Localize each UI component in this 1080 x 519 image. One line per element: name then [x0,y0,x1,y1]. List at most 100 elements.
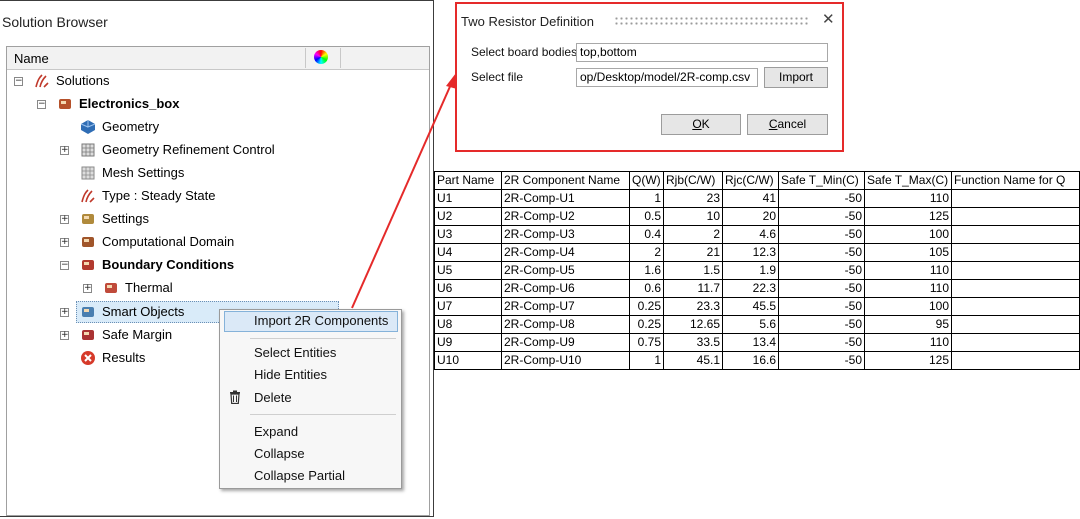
close-icon[interactable]: ✕ [822,10,835,28]
table-cell: 2R-Comp-U7 [501,297,630,316]
safe-margin-icon [80,327,96,343]
table-row: U10 2R-Comp-U10 1 45.1 16.6 -50 125 [434,351,1080,370]
domain-icon [80,234,96,250]
table-cell [951,243,1080,262]
table-cell: 13.4 [722,333,779,352]
table-cell [951,279,1080,298]
expand-icon[interactable]: + [60,308,69,317]
table-cell: 16.6 [722,351,779,370]
table-cell [951,315,1080,334]
tree-item-solutions[interactable]: Solutions [34,71,274,91]
table-cell: 100 [864,297,952,316]
table-cell: -50 [778,207,865,226]
collapse-icon[interactable]: − [37,100,46,109]
table-cell: -50 [778,351,865,370]
file-path-input[interactable]: op/Desktop/model/2R-comp.csv [576,68,758,87]
menu-item-hide-entities[interactable]: Hide Entities [254,367,327,382]
geometry-icon [80,119,96,135]
file-label: Select file [471,70,524,84]
drag-grip[interactable] [614,16,810,26]
type-icon [80,188,96,204]
tree-item-label: Mesh Settings [102,165,185,180]
table-cell: 2 [629,243,664,262]
menu-item-collapse[interactable]: Collapse [254,446,305,461]
table-cell: 5.6 [722,315,779,334]
table-cell [951,207,1080,226]
table-cell: 0.75 [629,333,664,352]
solutions-icon [34,73,50,89]
expand-icon[interactable]: + [60,215,69,224]
table-cell: U7 [434,297,502,316]
expand-icon[interactable]: + [83,284,92,293]
table-cell: 2R-Comp-U4 [501,243,630,262]
table-header-cell: Rjb(C/W) [663,171,723,190]
tree-item-boundary-conditions[interactable]: Boundary Conditions [80,255,320,275]
table-header-cell: 2R Component Name [501,171,630,190]
tree-item-label: Solutions [56,73,110,88]
table-cell: -50 [778,279,865,298]
menu-item-collapse-partial[interactable]: Collapse Partial [254,468,345,483]
column-header-name[interactable]: Name [14,51,49,66]
table-cell: 110 [864,279,952,298]
trash-icon [230,390,240,404]
cancel-button[interactable]: Cancel [747,114,828,135]
collapse-icon[interactable]: − [14,77,23,86]
expand-icon[interactable]: + [60,331,69,340]
table-cell: 22.3 [722,279,779,298]
menu-item-select-entities[interactable]: Select Entities [254,345,336,360]
table-cell: -50 [778,243,865,262]
tree-item-electronics-box[interactable]: Electronics_box [57,94,297,114]
tree-item-geometry[interactable]: Geometry [80,117,320,137]
tree-item-geometry-refinement-control[interactable]: Geometry Refinement Control [80,140,320,160]
tree-item-label: Thermal [125,280,173,295]
model-icon [57,96,73,112]
board-bodies-input[interactable]: top,bottom [576,43,828,62]
column-separator [305,48,306,68]
collapse-icon[interactable]: − [60,261,69,270]
tree-item-computational-domain[interactable]: Computational Domain [80,232,320,252]
table-cell: 23.3 [663,297,723,316]
tree-item-settings[interactable]: Settings [80,209,320,229]
table-cell: 12.65 [663,315,723,334]
table-cell: U5 [434,261,502,280]
table-cell: -50 [778,333,865,352]
table-cell: 105 [864,243,952,262]
import-button[interactable]: Import [764,67,828,88]
menu-item-delete[interactable]: Delete [254,390,292,405]
tree-item-mesh-settings[interactable]: Mesh Settings [80,163,320,183]
menu-item-expand[interactable]: Expand [254,424,298,439]
table-row: U1 2R-Comp-U1 1 23 41 -50 110 [434,189,1080,208]
table-cell [951,297,1080,316]
tree-item-label: Geometry [102,119,160,134]
thermal-icon [103,280,119,296]
table-row: U7 2R-Comp-U7 0.25 23.3 45.5 -50 100 [434,297,1080,316]
ok-button[interactable]: OK [661,114,741,135]
table-row: U6 2R-Comp-U6 0.6 11.7 22.3 -50 110 [434,279,1080,298]
tree-item-label: Smart Objects [102,304,185,319]
tree-item-thermal[interactable]: Thermal [103,278,343,298]
table-cell: 2R-Comp-U8 [501,315,630,334]
table-cell: 2R-Comp-U10 [501,351,630,370]
color-wheel-icon[interactable] [314,50,328,64]
table-cell [951,189,1080,208]
menu-separator [250,338,396,339]
tree-item-label: Geometry Refinement Control [102,142,275,157]
table-cell: 45.1 [663,351,723,370]
tree-item-type-steady-state[interactable]: Type : Steady State [80,186,320,206]
table-row: U3 2R-Comp-U3 0.4 2 4.6 -50 100 [434,225,1080,244]
expand-icon[interactable]: + [60,146,69,155]
table-header-cell: Safe T_Max(C) [864,171,952,190]
tree-item-label: Safe Margin [102,327,173,342]
expand-icon[interactable]: + [60,238,69,247]
table-cell: 2 [663,225,723,244]
table-row: U4 2R-Comp-U4 2 21 12.3 -50 105 [434,243,1080,262]
panel-title: Solution Browser [2,14,108,30]
menu-item-import-2r-components[interactable]: Import 2R Components [254,313,388,328]
table-cell: 0.25 [629,315,664,334]
table-cell: 1.9 [722,261,779,280]
table-cell [951,333,1080,352]
board-bodies-label: Select board bodies [471,45,578,59]
tree-item-label: Boundary Conditions [102,257,235,272]
table-cell: U2 [434,207,502,226]
table-cell: 95 [864,315,952,334]
